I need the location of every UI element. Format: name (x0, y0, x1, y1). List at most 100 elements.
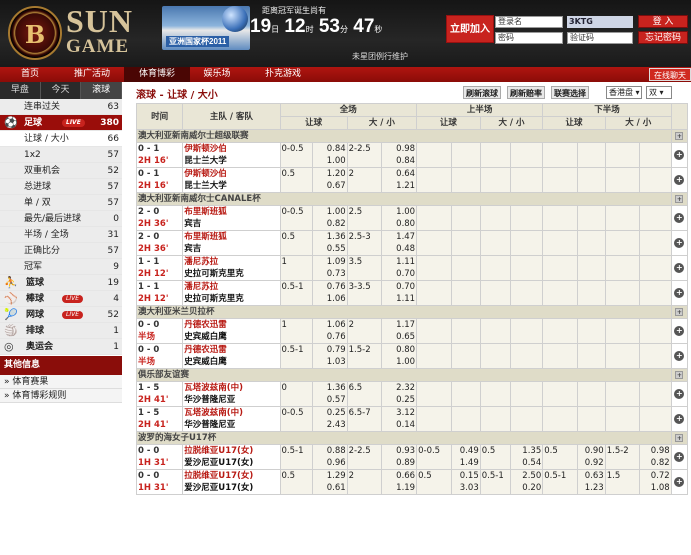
second-ou-odds[interactable]: 0.98 0.82 (639, 444, 672, 470)
second-ou-odds[interactable] (639, 318, 672, 344)
first-ou-odds-bottom[interactable]: 0.20 (512, 482, 541, 494)
full-hdp-odds-bottom[interactable]: 0.82 (314, 218, 346, 230)
sports-results-link[interactable]: » 体育赛果 (0, 375, 122, 389)
full-ou-odds-top[interactable]: 1.00 (383, 207, 415, 219)
second-ou-odds[interactable] (639, 142, 672, 168)
full-ou-odds[interactable]: 1.11 0.70 (381, 255, 418, 281)
second-hdp-odds[interactable] (576, 280, 606, 306)
first-hdp-odds-top[interactable]: 0.49 (453, 446, 479, 458)
username-input[interactable]: 登录名 (495, 16, 563, 28)
first-hdp-odds[interactable] (450, 318, 481, 344)
more-bets-icon[interactable]: + (674, 414, 685, 424)
nav-promotions[interactable]: 推广活动 (62, 67, 122, 82)
sidebar-item-2[interactable]: 让球 / 大小 66 (0, 131, 122, 147)
full-hdp-odds-bottom[interactable]: 0.76 (314, 331, 346, 343)
second-ou-odds-top[interactable]: 0.98 (641, 446, 670, 458)
first-ou-odds[interactable] (509, 343, 544, 369)
second-ou-odds[interactable] (639, 230, 672, 256)
second-hdp-odds[interactable] (576, 205, 606, 231)
full-ou-odds[interactable]: 0.64 1.21 (381, 167, 418, 193)
first-hdp-odds[interactable] (450, 167, 481, 193)
full-hdp-odds-top[interactable]: 0.88 (314, 446, 346, 458)
logo-text-top[interactable]: SUN (66, 3, 133, 40)
first-ou-odds[interactable] (509, 230, 544, 256)
first-ou-odds[interactable] (509, 318, 544, 344)
full-hdp-odds-top[interactable]: 0.76 (314, 282, 346, 294)
first-ou-odds[interactable] (509, 142, 544, 168)
full-ou-odds-bottom[interactable]: 0.65 (383, 331, 415, 343)
second-ou-odds[interactable] (639, 280, 672, 306)
second-hdp-odds[interactable] (576, 142, 606, 168)
full-ou-odds-bottom[interactable]: 0.80 (383, 218, 415, 230)
first-ou-odds[interactable] (509, 167, 544, 193)
full-hdp-odds-bottom[interactable]: 1.06 (314, 293, 346, 305)
full-hdp-odds[interactable]: 0.25 2.43 (311, 406, 348, 432)
second-hdp-odds-top[interactable]: 0.90 (579, 446, 604, 458)
full-ou-odds-bottom[interactable]: 1.11 (383, 293, 415, 305)
sidebar-item-9[interactable]: 正确比分 57 (0, 243, 122, 259)
full-hdp-odds[interactable]: 0.84 1.00 (311, 142, 348, 168)
full-hdp-odds-top[interactable]: 1.09 (314, 257, 346, 269)
full-hdp-odds-top[interactable]: 1.29 (314, 471, 346, 483)
online-chat-button[interactable]: 在线聊天 (649, 68, 691, 81)
more-bets-icon[interactable]: + (674, 213, 685, 223)
first-ou-odds[interactable] (509, 406, 544, 432)
nav-casino[interactable]: 娱乐场 (193, 67, 241, 82)
full-hdp-odds[interactable]: 0.88 0.96 (311, 444, 348, 470)
tab-early[interactable]: 早盘 (0, 82, 41, 99)
full-hdp-odds-top[interactable]: 1.00 (314, 207, 346, 219)
full-ou-odds[interactable]: 0.66 1.19 (381, 469, 418, 495)
full-hdp-odds-bottom[interactable]: 0.96 (314, 457, 346, 469)
second-ou-odds[interactable] (639, 381, 672, 407)
first-hdp-odds-top[interactable]: 0.15 (453, 471, 479, 483)
more-bets-icon[interactable]: + (674, 288, 685, 298)
first-ou-odds-top[interactable]: 2.50 (512, 471, 541, 483)
first-hdp-odds[interactable] (450, 230, 481, 256)
full-hdp-odds-top[interactable]: 1.20 (314, 169, 346, 181)
league-select-button[interactable]: 联赛选择 (551, 86, 589, 99)
refresh-live-button[interactable]: 刷新滚球 (463, 86, 501, 99)
more-bets-icon[interactable]: + (674, 452, 685, 462)
first-ou-odds[interactable]: 2.50 0.20 (509, 469, 544, 495)
favorite-toggle-icon[interactable]: + (675, 434, 684, 442)
second-ou-odds[interactable] (639, 255, 672, 281)
full-ou-odds-top[interactable]: 2.32 (383, 383, 415, 395)
second-hdp-odds-bottom[interactable]: 1.23 (579, 482, 604, 494)
full-ou-odds-bottom[interactable]: 1.00 (383, 356, 415, 368)
full-ou-odds-top[interactable]: 0.93 (383, 446, 415, 458)
second-hdp-odds[interactable]: 0.63 1.23 (576, 469, 606, 495)
password-input[interactable]: 密码 (495, 32, 563, 44)
first-ou-odds[interactable] (509, 255, 544, 281)
full-ou-odds-top[interactable]: 0.80 (383, 345, 415, 357)
second-hdp-odds[interactable] (576, 318, 606, 344)
sports-rules-link[interactable]: » 体育博彩规则 (0, 389, 122, 403)
full-hdp-odds-bottom[interactable]: 0.55 (314, 243, 346, 255)
full-hdp-odds-bottom[interactable]: 0.57 (314, 394, 346, 406)
first-hdp-odds[interactable] (450, 343, 481, 369)
second-ou-odds-bottom[interactable]: 1.08 (641, 482, 670, 494)
refresh-odds-button[interactable]: 刷新赔率 (507, 86, 545, 99)
sidebar-item-12[interactable]: ⚾ 棒球 LIVE 4 (0, 291, 122, 307)
sidebar-item-0[interactable]: 连串过关 63 (0, 99, 122, 115)
full-ou-odds[interactable]: 1.47 0.48 (381, 230, 418, 256)
full-ou-odds[interactable]: 0.80 1.00 (381, 343, 418, 369)
full-hdp-odds[interactable]: 1.09 0.73 (311, 255, 348, 281)
odds-type-select[interactable]: 香港盘 ▾ (606, 86, 642, 99)
full-ou-odds-bottom[interactable]: 0.48 (383, 243, 415, 255)
second-ou-odds-bottom[interactable]: 0.82 (641, 457, 670, 469)
logo-text-bottom[interactable]: GAME (66, 36, 129, 58)
full-hdp-odds[interactable]: 1.36 0.57 (311, 381, 348, 407)
full-hdp-odds[interactable]: 0.79 1.03 (311, 343, 348, 369)
full-ou-odds[interactable]: 0.93 0.89 (381, 444, 418, 470)
full-ou-odds-bottom[interactable]: 0.25 (383, 394, 415, 406)
first-ou-odds[interactable]: 1.35 0.54 (509, 444, 544, 470)
first-hdp-odds[interactable] (450, 406, 481, 432)
sort-select[interactable]: 双 ▾ (646, 86, 672, 99)
sidebar-item-7[interactable]: 最先/最后进球 0 (0, 211, 122, 227)
full-ou-odds-top[interactable]: 3.12 (383, 408, 415, 420)
full-ou-odds-bottom[interactable]: 0.89 (383, 457, 415, 469)
nav-home[interactable]: 首页 (6, 67, 54, 82)
first-hdp-odds[interactable] (450, 255, 481, 281)
full-ou-odds-top[interactable]: 1.11 (383, 257, 415, 269)
full-hdp-odds-top[interactable]: 1.36 (314, 383, 346, 395)
